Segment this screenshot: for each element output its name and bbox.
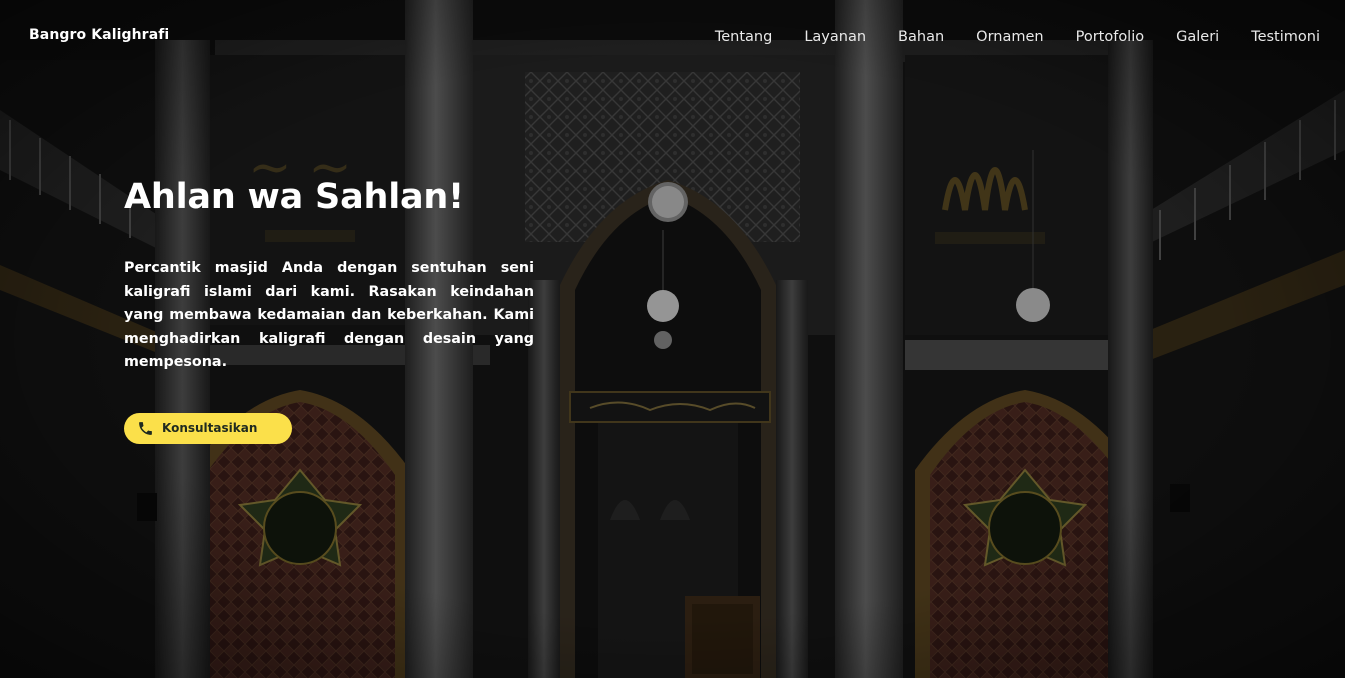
hero-content: Ahlan wa Sahlan! Percantik masjid Anda d… [124,174,534,444]
nav-item: Tentang [683,26,772,45]
nav-link-ornamen[interactable]: Ornamen [976,29,1043,45]
navbar: Bangro Kalighrafi Tentang Layanan Bahan … [0,0,1345,70]
nav-item: Ornamen [944,26,1043,45]
consult-button[interactable]: Konsultasikan [124,412,293,444]
nav-item: Galeri [1144,26,1219,45]
brand-logo[interactable]: Bangro Kalighrafi [29,27,169,43]
nav-item: Testimoni [1219,26,1320,45]
nav-link-galeri[interactable]: Galeri [1176,29,1219,45]
nav-link-bahan[interactable]: Bahan [898,29,944,45]
hero-section: ~ ~ [0,0,1345,678]
nav-menu: Tentang Layanan Bahan Ornamen Portofolio… [683,26,1320,45]
hero-description: Percantik masjid Anda dengan sentuhan se… [124,260,534,371]
nav-item: Layanan [772,26,866,45]
nav-link-layanan[interactable]: Layanan [804,29,866,45]
nav-link-portofolio[interactable]: Portofolio [1076,29,1145,45]
phone-icon [137,420,154,437]
consult-button-label: Konsultasikan [162,421,258,436]
nav-item: Bahan [866,26,944,45]
nav-item: Portofolio [1044,26,1145,45]
nav-link-tentang[interactable]: Tentang [715,29,772,45]
hero-headline: Ahlan wa Sahlan! [124,177,464,217]
nav-link-testimoni[interactable]: Testimoni [1251,29,1320,45]
